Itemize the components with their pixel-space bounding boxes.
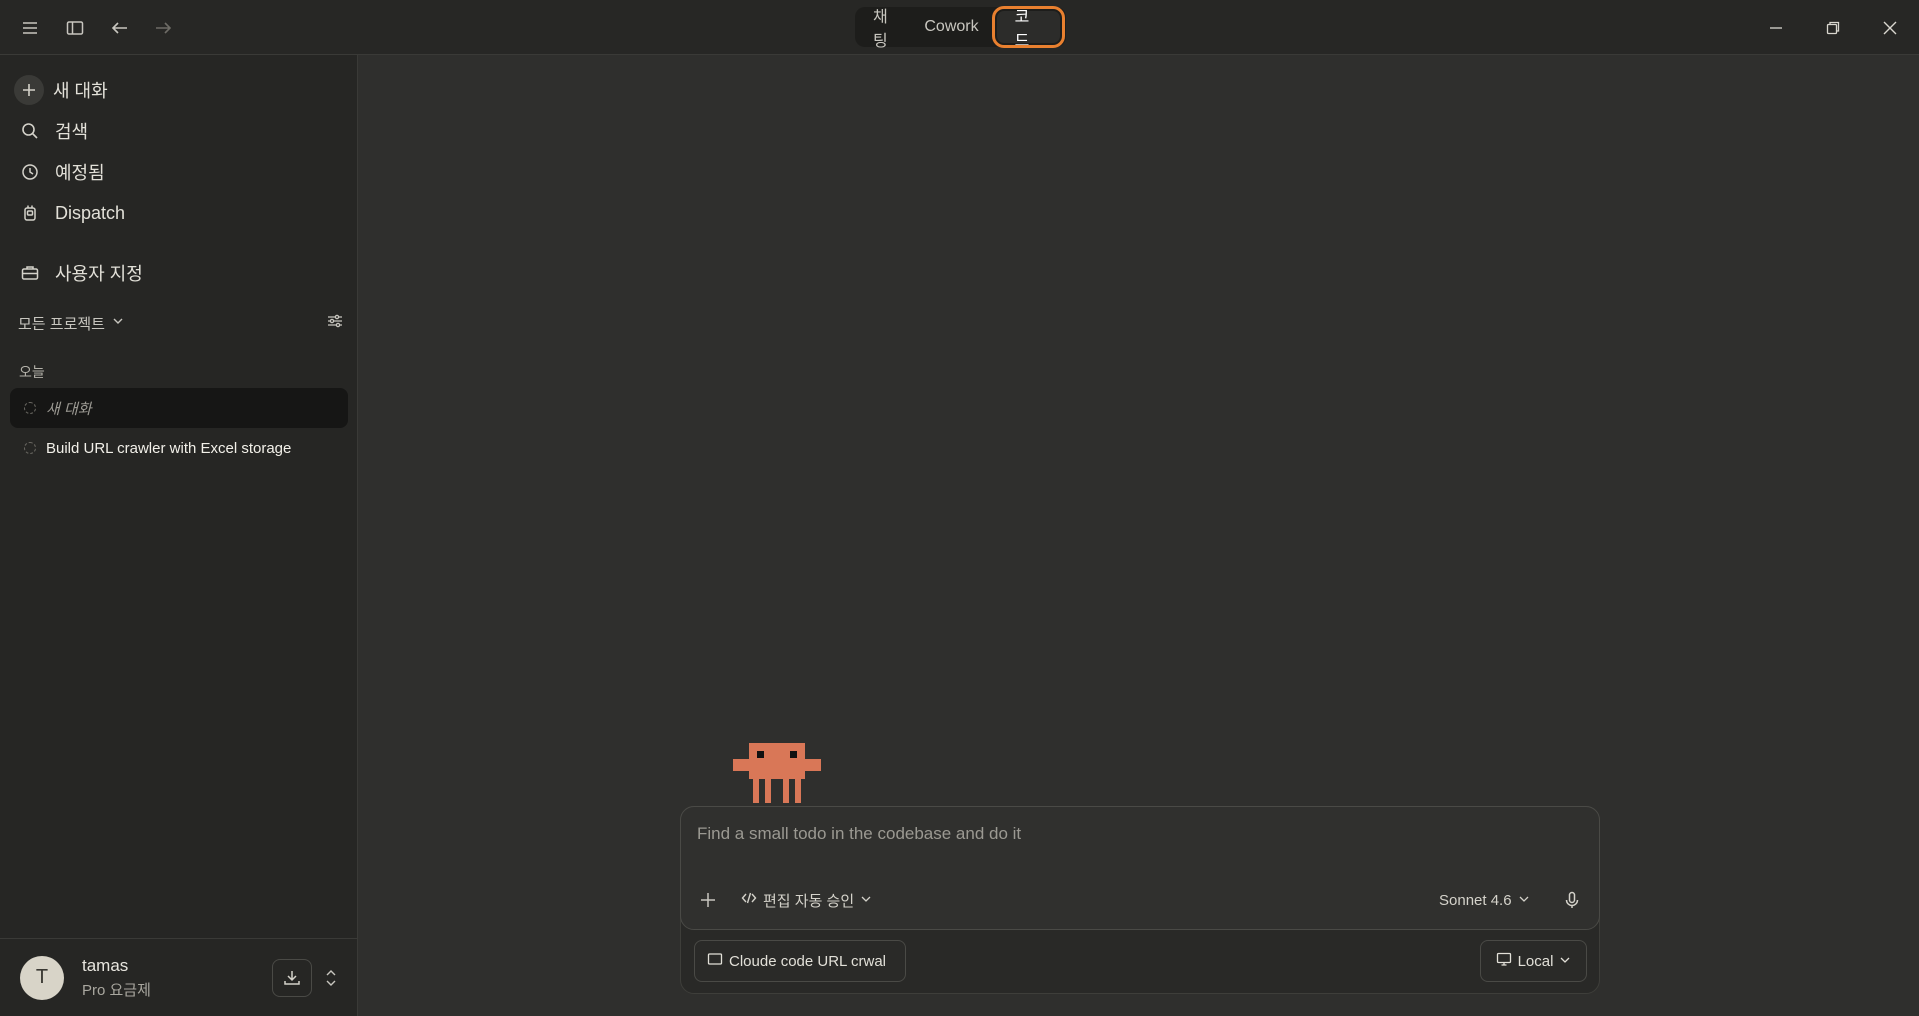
user-footer: T tamas Pro 요금제 [0, 938, 358, 1016]
sidebar-item-label: Dispatch [55, 202, 126, 223]
projects-filter-row: 모든 프로젝트 [18, 309, 344, 337]
environment-dropdown[interactable]: Local [1480, 940, 1587, 982]
list-item[interactable]: Build URL crawler with Excel storage [10, 428, 348, 468]
search-icon [14, 115, 46, 147]
sidebar-item-scheduled[interactable]: 예정됨 [14, 155, 344, 189]
sidebar-item-new-chat[interactable]: 새 대화 [14, 73, 344, 107]
sidebar-item-customize[interactable]: 사용자 지정 [14, 256, 344, 290]
group-label-today: 오늘 [19, 364, 45, 380]
conversation-title: Build URL crawler with Excel storage [46, 439, 292, 457]
chevron-down-icon [860, 892, 872, 909]
composer: 편집 자동 승인 Sonnet 4.6 [680, 806, 1600, 930]
back-arrow-icon[interactable] [104, 12, 136, 44]
projects-dropdown[interactable]: 모든 프로젝트 [18, 313, 125, 334]
dispatch-icon [14, 197, 46, 229]
project-folder-label: Cloude code URL crwal [729, 952, 887, 970]
mascot-icon [733, 743, 821, 803]
model-label: Sonnet 4.6 [1439, 891, 1512, 909]
sidebar-item-label: 검색 [55, 122, 89, 142]
user-plan: Pro 요금제 [82, 981, 151, 999]
monitor-icon [1496, 951, 1512, 971]
clock-icon [14, 156, 46, 188]
sidebar-item-label: 사용자 지정 [55, 264, 143, 284]
title-bar: 채팅 Cowork 코드 [0, 0, 1919, 55]
project-folder-button[interactable]: Cloude code URL crwal [694, 940, 906, 982]
sidebar-item-search[interactable]: 검색 [14, 114, 344, 148]
sidebar: 새 대화 검색 예정됨 Dispatch 사용자 지정 모든 프로젝트 오늘 새… [0, 55, 358, 1016]
minimize-button[interactable] [1758, 10, 1794, 46]
status-dot-icon [24, 402, 36, 414]
sidebar-toggle-icon[interactable] [59, 12, 91, 44]
sidebar-item-label: 새 대화 [53, 81, 108, 101]
briefcase-icon [14, 257, 46, 289]
expand-toggle-icon[interactable] [320, 965, 342, 991]
folder-icon [707, 951, 723, 971]
code-icon [741, 890, 757, 910]
avatar[interactable]: T [20, 955, 64, 1000]
list-item[interactable]: 새 대화 [10, 388, 348, 428]
sidebar-item-label: 예정됨 [55, 163, 105, 183]
tab-cowork[interactable]: Cowork [912, 11, 990, 43]
status-dot-icon [24, 442, 36, 454]
filter-settings-icon[interactable] [326, 312, 344, 334]
attach-button[interactable] [693, 885, 723, 915]
chevron-down-icon [1518, 892, 1530, 909]
download-button[interactable] [272, 959, 312, 997]
sidebar-item-dispatch[interactable]: Dispatch [14, 196, 344, 230]
user-info[interactable]: tamas Pro 요금제 [82, 956, 151, 1000]
restore-button[interactable] [1815, 10, 1851, 46]
environment-label: Local [1517, 952, 1554, 970]
forward-arrow-icon[interactable] [147, 12, 179, 44]
conversation-title: 새 대화 [46, 400, 92, 418]
microphone-button[interactable] [1557, 885, 1587, 915]
chevron-down-icon [111, 314, 125, 332]
chevron-down-icon [1559, 953, 1571, 970]
user-name: tamas [82, 955, 129, 975]
model-dropdown[interactable]: Sonnet 4.6 [1439, 887, 1530, 913]
close-button[interactable] [1872, 10, 1908, 46]
tab-code[interactable]: 코드 [991, 6, 1066, 50]
projects-dropdown-label: 모든 프로젝트 [18, 315, 105, 333]
permission-mode-dropdown[interactable]: 편집 자동 승인 [741, 887, 872, 913]
plus-icon [14, 75, 44, 105]
tab-chat[interactable]: 채팅 [861, 9, 912, 50]
mode-tabs: 채팅 Cowork 코드 [855, 6, 1066, 50]
menu-icon[interactable] [14, 12, 46, 44]
permission-mode-label: 편집 자동 승인 [763, 892, 855, 910]
prompt-input[interactable] [697, 819, 1577, 849]
